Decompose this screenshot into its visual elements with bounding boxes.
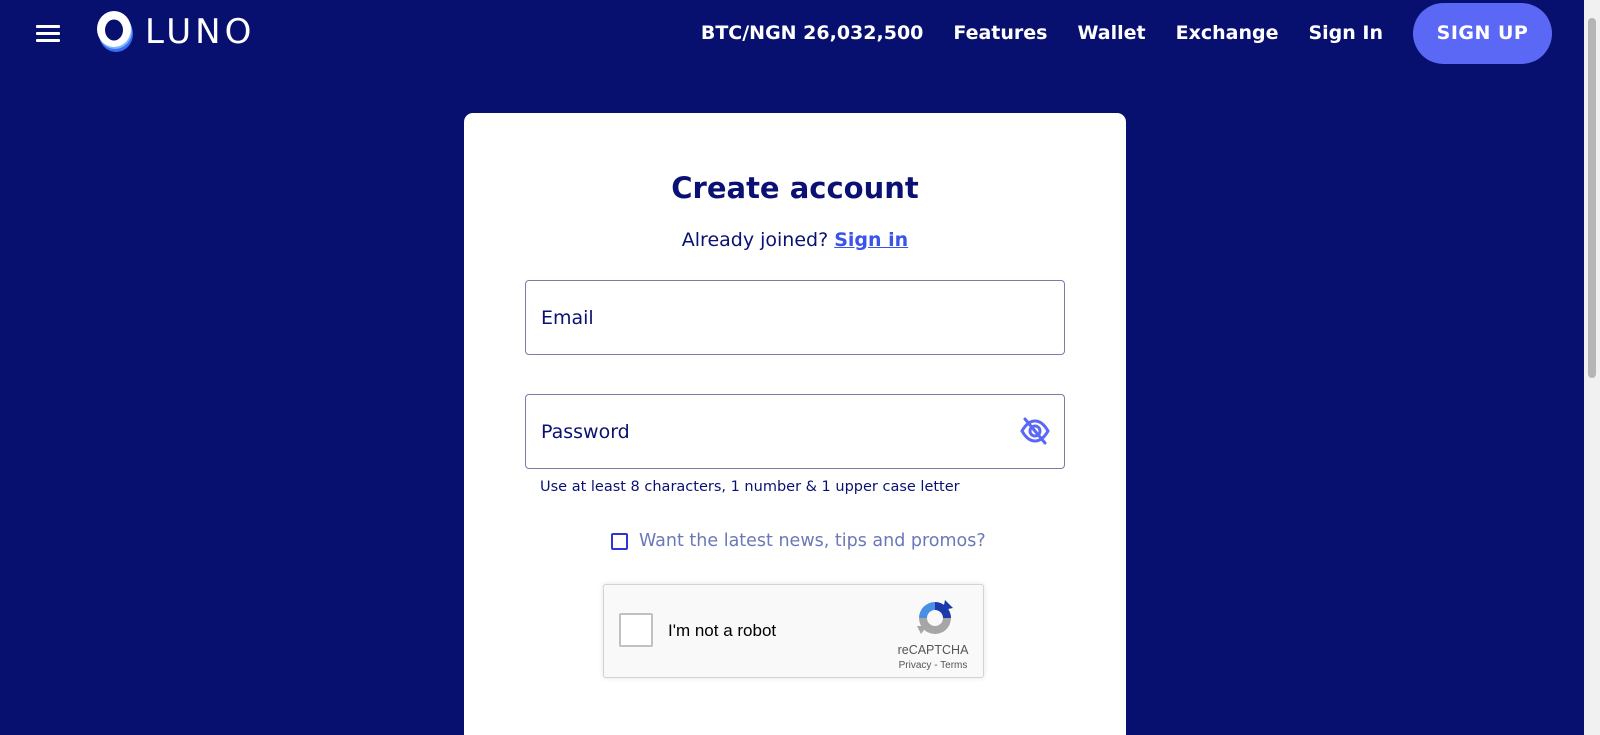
email-field-container [525,280,1065,355]
nav-sign-in[interactable]: Sign In [1308,22,1383,44]
vertical-scrollbar[interactable] [1584,0,1600,735]
btc-ngn-ticker[interactable]: BTC/NGN 26,032,500 [701,22,924,44]
nav-exchange[interactable]: Exchange [1176,22,1279,44]
page-title: Create account [671,171,919,205]
luno-logo-icon [97,11,133,52]
promo-checkbox[interactable] [611,532,628,550]
recaptcha-links: Privacy - Terms [874,660,992,671]
create-account-card: Create account Already joined? Sign in U… [464,113,1126,735]
recaptcha-brand: reCAPTCHA [897,643,969,657]
email-field[interactable] [541,281,1011,354]
recaptcha-checkbox[interactable] [619,613,653,647]
sign-up-button[interactable]: SIGN UP [1413,2,1552,64]
promo-opt-in[interactable]: Want the latest news, tips and promos? [611,531,986,551]
recaptcha-terms-link[interactable]: Terms [940,660,967,671]
hamburger-menu-icon[interactable] [34,22,62,44]
recaptcha-label: I'm not a robot [668,621,777,640]
recaptcha-logo-icon [917,600,953,634]
scrollbar-thumb[interactable] [1588,18,1596,378]
password-field-container [525,394,1065,469]
already-joined-text: Already joined? [681,229,829,251]
recaptcha-link-separator: - [931,660,941,671]
eye-off-icon[interactable] [1020,417,1050,445]
recaptcha-privacy-link[interactable]: Privacy [899,660,932,671]
recaptcha-widget: I'm not a robot reCAPTCHA Privacy - Term… [603,584,984,678]
nav-wallet[interactable]: Wallet [1077,22,1145,44]
menu-bar [36,25,60,28]
password-field[interactable] [541,395,1011,468]
promo-label: Want the latest news, tips and promos? [639,531,986,551]
menu-bar [36,32,60,35]
already-joined-line: Already joined? Sign in [464,229,1126,251]
page-background: LUNO BTC/NGN 26,032,500 Features Wallet … [0,0,1584,735]
nav-features[interactable]: Features [953,22,1047,44]
top-nav: BTC/NGN 26,032,500 Features Wallet Excha… [701,2,1552,64]
menu-bar [36,39,60,42]
sign-in-link[interactable]: Sign in [834,229,908,251]
logo-text: LUNO [145,12,256,52]
password-hint: Use at least 8 characters, 1 number & 1 … [540,479,960,495]
luno-logo[interactable]: LUNO [96,8,255,56]
